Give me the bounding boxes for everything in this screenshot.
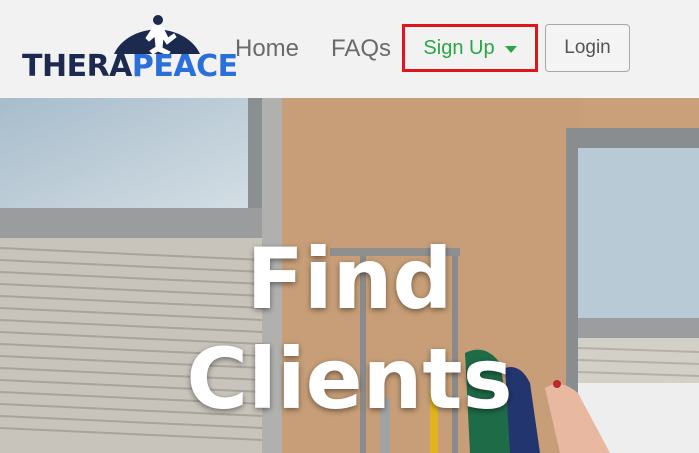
hero-title-line2: Clients xyxy=(186,330,513,428)
logo-text-thera: THERA xyxy=(22,49,132,84)
logo-wordmark: THERAPEACE xyxy=(22,52,238,82)
signup-label: Sign Up xyxy=(423,36,495,59)
hero-title: Find Clients xyxy=(0,229,699,429)
logo-text-peace: PEACE xyxy=(131,49,238,84)
caret-down-icon xyxy=(504,45,517,53)
login-button[interactable]: Login xyxy=(545,24,630,72)
signup-dropdown-button[interactable]: Sign Up xyxy=(402,24,538,72)
navbar: THERAPEACE Home FAQs Sign Up Login xyxy=(0,0,699,98)
therapeace-logo[interactable]: THERAPEACE xyxy=(22,14,238,84)
nav-home-link[interactable]: Home xyxy=(235,34,299,64)
hero-title-line1: Find xyxy=(246,230,453,328)
nav-faqs-link[interactable]: FAQs xyxy=(331,34,391,64)
hero-banner: Find Clients xyxy=(0,98,699,453)
